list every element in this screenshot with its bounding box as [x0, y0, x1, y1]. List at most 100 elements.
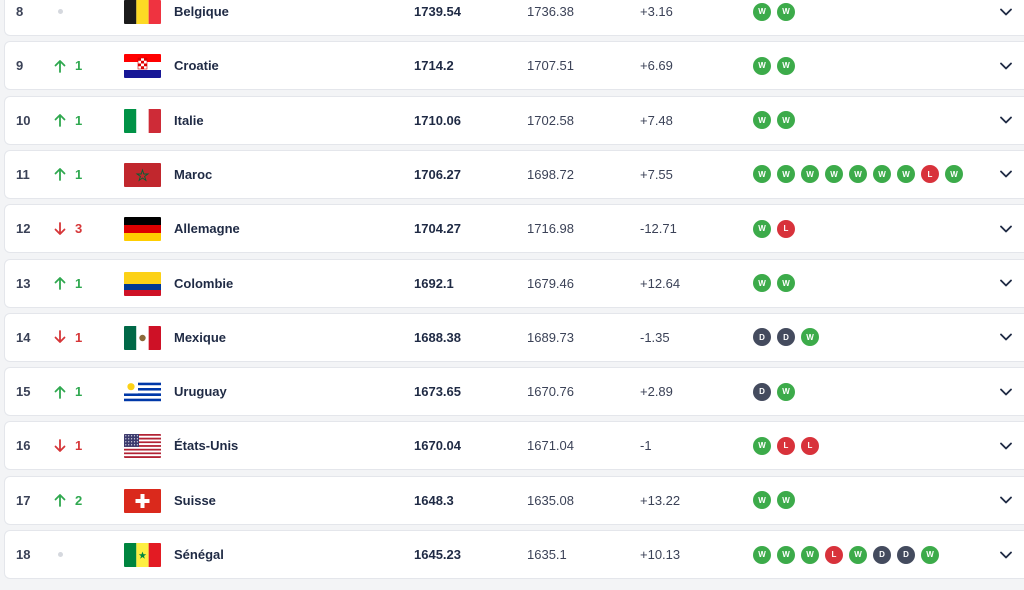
team-name[interactable]: Colombie [174, 260, 233, 307]
flag-de-icon [124, 217, 161, 242]
expand-button[interactable] [1000, 42, 1014, 89]
result-badge: L [777, 219, 795, 238]
team-flag [124, 217, 161, 242]
recent-form: WW [753, 42, 795, 89]
rank-change: 1 [54, 422, 82, 469]
flag-us-icon [124, 434, 161, 459]
chevron-down-icon [1000, 333, 1012, 341]
team-flag [124, 108, 161, 133]
flag-ch-icon [124, 488, 161, 513]
ranking-row[interactable]: 17 2 Suisse 1648.3 1635.08 +13.22 WW [4, 475, 1024, 525]
result-badge: W [753, 274, 771, 292]
ranking-row[interactable]: 13 1 Colombie 1692.1 1679.46 +12.64 WW [4, 258, 1024, 308]
team-name[interactable]: Maroc [174, 151, 212, 198]
ranking-row[interactable]: 12 3 Allemagne 1704.27 1716.98 -12.71 WL [4, 204, 1024, 254]
chevron-down-icon [1000, 8, 1012, 15]
ranking-row[interactable]: 16 1 États-Unis 1670.04 1671.04 -1 WLL [4, 421, 1024, 471]
points-difference: -1 [640, 438, 652, 454]
total-points: 1673.65 [414, 384, 461, 400]
result-badge: W [777, 2, 795, 21]
result-badge: W [801, 545, 819, 564]
ranking-row[interactable]: 18 Sénégal 1645.23 1635.1 +10.13 WWWLWDD… [4, 530, 1024, 579]
ranking-row[interactable]: 10 1 Italie 1710.06 1702.58 +7.48 WW [4, 95, 1024, 145]
ranking-row[interactable]: 14 1 Mexique 1688.38 1689.73 -1.35 DDW [4, 312, 1024, 362]
team-name[interactable]: Mexique [174, 314, 226, 361]
rank-change-value: 1 [75, 438, 83, 454]
result-badge: W [753, 56, 771, 75]
rank-number: 11 [16, 166, 30, 182]
rank-number: 9 [16, 58, 24, 74]
rank-change [54, 0, 63, 35]
points-difference: -1.35 [640, 329, 670, 345]
ranking-row[interactable]: 8 Belgique 1739.54 1736.38 +3.16 WW [4, 0, 1024, 36]
team-flag [124, 488, 161, 513]
expand-button[interactable] [1000, 260, 1014, 307]
previous-points: 1635.1 [527, 547, 567, 562]
rank-change: 1 [54, 260, 82, 307]
recent-form: WLL [753, 422, 819, 469]
team-name[interactable]: Belgique [174, 0, 229, 35]
team-flag [124, 0, 161, 24]
result-badge: L [801, 436, 819, 455]
result-badge: D [753, 382, 771, 401]
ranking-row[interactable]: 11 1 Maroc 1706.27 1698.72 +7.55 WWWWWWW… [4, 149, 1024, 199]
previous-points: 1707.51 [527, 58, 574, 74]
result-badge: W [777, 274, 795, 292]
ranking-row[interactable]: 15 1 Uruguay 1673.65 1670.76 +2.89 DW [4, 367, 1024, 417]
result-badge: W [753, 436, 771, 455]
rank-change-value: 1 [75, 112, 83, 128]
expand-button[interactable] [1000, 477, 1014, 524]
flag-sn-icon [124, 543, 161, 567]
expand-button[interactable] [1000, 314, 1014, 361]
arrow-up-icon [54, 168, 66, 182]
rank-change-value: 1 [75, 329, 83, 345]
previous-points: 1635.08 [527, 492, 574, 508]
rank-number: 10 [16, 112, 31, 128]
expand-button[interactable] [1000, 97, 1014, 144]
team-name[interactable]: Italie [174, 97, 204, 144]
points-difference: +6.69 [640, 58, 673, 74]
chevron-down-icon [1000, 496, 1012, 504]
result-badge: W [777, 545, 795, 564]
total-points: 1670.04 [414, 438, 461, 454]
rank-number: 13 [16, 275, 31, 291]
previous-points: 1736.38 [527, 4, 574, 19]
rank-change-value: 1 [75, 384, 83, 400]
expand-button[interactable] [1000, 151, 1014, 198]
team-name[interactable]: Suisse [174, 477, 216, 524]
rank-change [54, 531, 63, 578]
expand-button[interactable] [1000, 422, 1014, 469]
rank-change: 1 [54, 368, 82, 415]
points-difference: +7.55 [640, 166, 673, 182]
chevron-down-icon [1000, 225, 1012, 233]
arrow-down-icon [54, 330, 66, 344]
flag-ma-icon [124, 162, 161, 187]
team-name[interactable]: Sénégal [174, 531, 224, 578]
team-name[interactable]: Allemagne [174, 205, 240, 252]
expand-button[interactable] [1000, 368, 1014, 415]
flag-be-icon [124, 0, 161, 24]
result-badge: W [777, 491, 795, 510]
previous-points: 1671.04 [527, 438, 574, 454]
arrow-down-icon [54, 221, 66, 235]
team-flag [124, 325, 161, 350]
rank-number: 18 [16, 547, 31, 562]
team-name[interactable]: Uruguay [174, 368, 227, 415]
ranking-row[interactable]: 9 1 Croatie 1714.2 1707.51 +6.69 WW [4, 41, 1024, 91]
flag-co-icon [124, 271, 161, 296]
team-name[interactable]: Croatie [174, 42, 219, 89]
rank-change: 1 [54, 42, 82, 89]
points-difference: +10.13 [640, 547, 681, 562]
arrow-up-icon [54, 114, 66, 127]
expand-button[interactable] [1000, 0, 1014, 35]
result-badge: W [777, 111, 795, 130]
expand-button[interactable] [1000, 531, 1014, 578]
rank-change: 1 [54, 151, 82, 198]
expand-button[interactable] [1000, 205, 1014, 252]
rank-number: 14 [16, 329, 31, 345]
arrow-up-icon [54, 385, 66, 399]
rank-change-value: 1 [75, 275, 83, 291]
points-difference: +7.48 [640, 112, 673, 128]
flag-mx-icon [124, 325, 161, 350]
team-name[interactable]: États-Unis [174, 422, 238, 469]
